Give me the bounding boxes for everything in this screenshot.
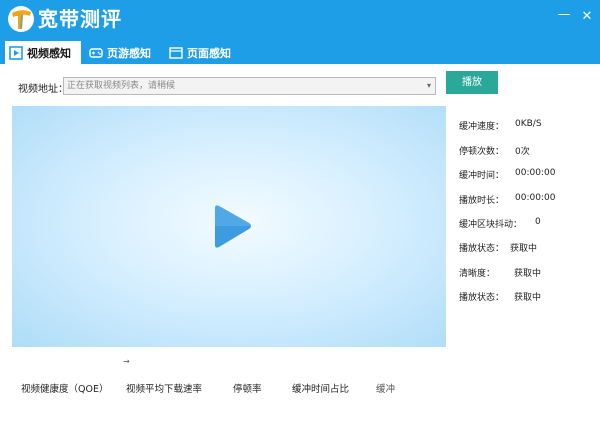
video-address-value: 正在获取视频列表，请稍候 bbox=[67, 81, 176, 91]
stat-label: 缓冲区块抖动： bbox=[459, 220, 523, 230]
stat-value: 0 bbox=[535, 217, 541, 227]
gamepad-icon bbox=[89, 47, 103, 58]
arrow-right-icon: → bbox=[123, 357, 130, 366]
play-button[interactable]: 播放 bbox=[446, 71, 498, 94]
title-bar: 宽带测评 — ✕ bbox=[0, 0, 600, 41]
stat-play-status: 播放状态： 获取中 bbox=[459, 241, 537, 254]
stat-label: 播放状态： bbox=[459, 293, 505, 303]
chevron-down-icon: ▾ bbox=[426, 81, 431, 90]
stat-label: 停顿次数： bbox=[459, 147, 505, 157]
metric-label-buffer-time-ratio: 缓冲时间占比 bbox=[292, 384, 350, 395]
stat-buffer-speed: 缓冲速度： 0KB/S bbox=[459, 119, 542, 132]
tab-label: 视频感知 bbox=[27, 46, 71, 60]
stat-label: 清晰度： bbox=[459, 269, 496, 279]
video-address-label: 视频地址： bbox=[18, 84, 68, 95]
minimize-button[interactable]: — bbox=[557, 8, 571, 22]
metric-label-avg-download-rate: 视频平均下载速率 bbox=[126, 384, 203, 395]
stat-value: 获取中 bbox=[514, 269, 542, 279]
play-box-icon bbox=[9, 45, 23, 60]
browser-page-icon bbox=[169, 46, 183, 59]
stat-value: 0次 bbox=[515, 147, 530, 157]
tab-video-perception[interactable]: 视频感知 bbox=[5, 41, 81, 64]
tab-page-perception[interactable]: 页面感知 bbox=[165, 41, 241, 64]
tab-webgame-perception[interactable]: 页游感知 bbox=[85, 41, 161, 64]
video-address-select[interactable]: 正在获取视频列表，请稍候 ▾ bbox=[63, 77, 436, 95]
stat-play-duration: 播放时长： 00:00:00 bbox=[459, 193, 555, 206]
metric-label-pause-rate: 停顿率 bbox=[233, 384, 262, 395]
stat-label: 播放时长： bbox=[459, 196, 505, 206]
tab-label: 页游感知 bbox=[107, 46, 151, 60]
stat-value: 00:00:00 bbox=[515, 193, 556, 203]
stat-value: 00:00:00 bbox=[515, 168, 556, 178]
stat-label: 播放状态： bbox=[459, 244, 505, 254]
stat-buffer-time: 缓冲时间： 00:00:00 bbox=[459, 168, 555, 181]
stat-value: 0KB/S bbox=[515, 119, 542, 129]
stat-buffer-jitter: 缓冲区块抖动： 0 bbox=[459, 217, 541, 230]
play-icon[interactable] bbox=[205, 202, 255, 252]
video-player-area[interactable] bbox=[12, 106, 446, 347]
metric-label-qoe: 视频健康度（QOE） bbox=[21, 384, 109, 395]
tab-label: 页面感知 bbox=[187, 46, 231, 60]
stat-label: 缓冲速度： bbox=[459, 122, 505, 132]
app-logo-icon bbox=[8, 6, 34, 32]
stat-pause-count: 停顿次数： 0次 bbox=[459, 144, 530, 157]
stat-value: 获取中 bbox=[510, 244, 538, 254]
tab-strip: 视频感知 页游感知 页面感知 bbox=[0, 41, 600, 64]
app-title: 宽带测评 bbox=[38, 7, 122, 31]
stat-clarity: 清晰度： 获取中 bbox=[459, 266, 541, 279]
metric-label-buffer-partial: 缓冲 bbox=[376, 384, 396, 395]
stat-value: 获取中 bbox=[514, 293, 542, 303]
stat-label: 缓冲时间： bbox=[459, 171, 505, 181]
close-button[interactable]: ✕ bbox=[580, 10, 594, 24]
stat-play-status-2: 播放状态： 获取中 bbox=[459, 290, 541, 303]
